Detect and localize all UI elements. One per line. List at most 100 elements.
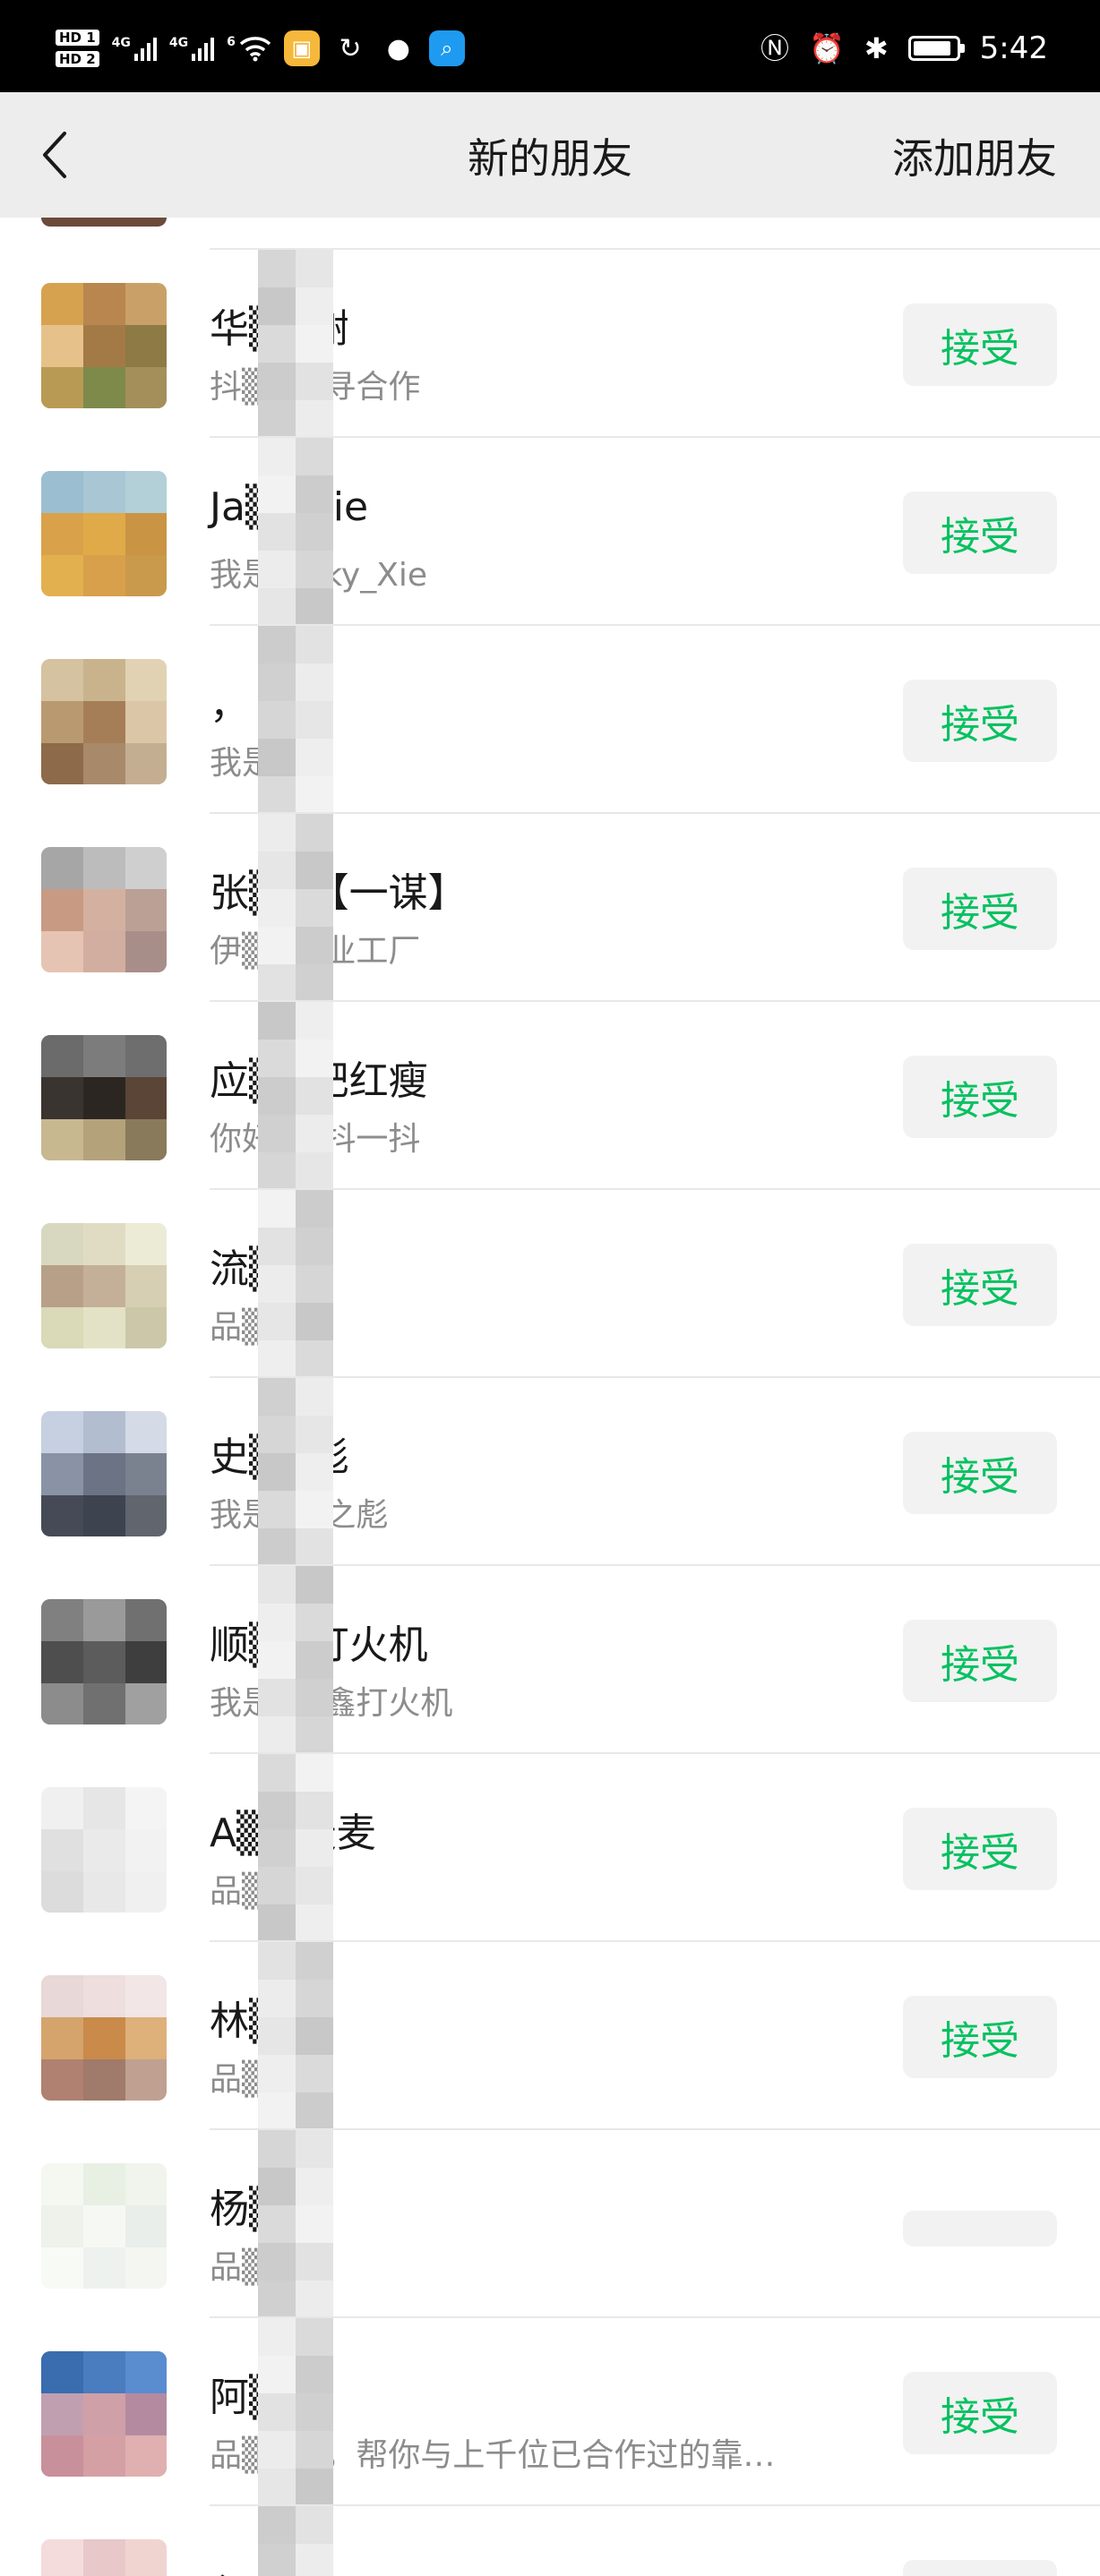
friend-request-row[interactable]: 顺▒▒打火机我是▒▒鑫打火机接受 bbox=[0, 1566, 1100, 1754]
accept-button[interactable]: 接受 bbox=[903, 1432, 1057, 1514]
mosaic-block bbox=[296, 1904, 333, 1942]
pixel-block bbox=[41, 1119, 83, 1160]
mosaic-block bbox=[296, 1829, 333, 1867]
pixel-block bbox=[83, 471, 125, 513]
pixel-block bbox=[125, 2351, 167, 2393]
pixel-block bbox=[41, 1453, 83, 1495]
friend-request-row[interactable]: 史▒▒彪我是▒▒之彪接受 bbox=[0, 1378, 1100, 1566]
accept-button[interactable]: 接受 bbox=[903, 304, 1057, 386]
friend-request-row[interactable]: 张▒▒【一谋】伊▒▒乳业工厂接受 bbox=[0, 814, 1100, 1002]
accept-button[interactable]: 接受 bbox=[903, 1808, 1057, 1890]
mosaic-block bbox=[258, 1416, 296, 1453]
mosaic-block bbox=[296, 1040, 333, 1077]
friend-request-row[interactable]: 林▒▒品▒▒作接受 bbox=[0, 1942, 1100, 2130]
pixel-block bbox=[83, 1077, 125, 1119]
status-left: HD 1 HD 2 4G 4G 6 ▣ ↻ ● ⌕ bbox=[56, 23, 465, 73]
mosaic-block bbox=[296, 551, 333, 588]
pixel-block bbox=[41, 513, 83, 555]
pixel-block bbox=[125, 889, 167, 931]
pixel-block bbox=[41, 2247, 83, 2289]
pixel-block bbox=[83, 2351, 125, 2393]
accept-button[interactable]: 接受 bbox=[903, 492, 1057, 574]
friend-request-row[interactable]: 流▒▒品▒▒作接受 bbox=[0, 1190, 1100, 1378]
pixel-block bbox=[83, 2539, 125, 2576]
mosaic-block bbox=[258, 1904, 296, 1942]
friend-request-row[interactable]: ，我是 接受 bbox=[0, 626, 1100, 814]
pixel-block bbox=[125, 2393, 167, 2435]
friend-request-row[interactable]: 阿▒▒品▒▒作，帮你与上千位已合作过的靠…接受 bbox=[0, 2318, 1100, 2506]
accept-button[interactable]: 接受 bbox=[903, 1056, 1057, 1138]
mosaic-block bbox=[258, 2318, 296, 2356]
friend-request-row[interactable]: 丶▒▒免费抖音上市软件 谢谢接受 bbox=[0, 2506, 1100, 2576]
mosaic-block bbox=[296, 2393, 333, 2431]
network-type-1: 4G bbox=[111, 36, 131, 50]
accept-button[interactable]: 接受 bbox=[903, 2560, 1057, 2576]
friend-request-row[interactable]: A▒▒麦麦品▒▒作接受 bbox=[0, 1754, 1100, 1942]
mosaic-block bbox=[296, 2092, 333, 2130]
privacy-mosaic bbox=[258, 1942, 333, 2130]
signal-1: 4G bbox=[112, 36, 157, 61]
pixel-block bbox=[125, 1265, 167, 1307]
accept-button[interactable]: 接受 bbox=[903, 2372, 1057, 2454]
avatar-pixelation bbox=[41, 1787, 167, 1913]
mosaic-block bbox=[258, 2393, 296, 2431]
privacy-mosaic bbox=[258, 2318, 333, 2506]
mosaic-block bbox=[296, 1077, 333, 1115]
accept-button[interactable]: 接受 bbox=[903, 680, 1057, 762]
mosaic-block bbox=[258, 1265, 296, 1303]
pixel-block bbox=[83, 2059, 125, 2101]
avatar bbox=[41, 471, 167, 596]
search-app-icon: ⌕ bbox=[428, 30, 465, 66]
pixel-block bbox=[125, 1495, 167, 1536]
accept-button[interactable]: 接受 bbox=[903, 1244, 1057, 1326]
battery-fill bbox=[913, 41, 950, 56]
pixel-block bbox=[83, 1829, 125, 1871]
mosaic-block bbox=[258, 1528, 296, 1566]
privacy-mosaic bbox=[258, 2506, 333, 2576]
mosaic-block bbox=[296, 1152, 333, 1190]
friend-request-row[interactable]: 华▒▒谢抖▒▒家寻合作接受 bbox=[0, 250, 1100, 438]
accept-button[interactable]: 接受 bbox=[903, 2211, 1057, 2247]
pixel-block bbox=[83, 1495, 125, 1536]
privacy-mosaic bbox=[258, 2130, 333, 2318]
pixel-block bbox=[125, 1599, 167, 1641]
pixel-block bbox=[83, 2435, 125, 2477]
mosaic-block bbox=[296, 964, 333, 1002]
add-friend-button[interactable]: 添加朋友 bbox=[892, 126, 1057, 185]
pixel-block bbox=[125, 1077, 167, 1119]
mosaic-block bbox=[296, 2205, 333, 2243]
pixel-block bbox=[125, 1871, 167, 1913]
pixel-block bbox=[125, 1683, 167, 1724]
pixel-block bbox=[83, 1119, 125, 1160]
pixel-block bbox=[41, 2351, 83, 2393]
mosaic-block bbox=[258, 964, 296, 1002]
mosaic-block bbox=[258, 2544, 296, 2576]
avatar bbox=[41, 1223, 167, 1348]
pixel-block bbox=[41, 325, 83, 367]
accept-button[interactable]: 接受 bbox=[903, 1620, 1057, 1702]
pixel-block bbox=[41, 889, 83, 931]
wifi-icon bbox=[239, 37, 271, 62]
mosaic-block bbox=[258, 250, 296, 287]
mosaic-block bbox=[258, 1679, 296, 1716]
pixel-block bbox=[83, 659, 125, 701]
avatar bbox=[41, 659, 167, 784]
mosaic-block bbox=[258, 1604, 296, 1641]
pixel-block bbox=[41, 2435, 83, 2477]
mosaic-block bbox=[258, 2431, 296, 2469]
mosaic-block bbox=[296, 1754, 333, 1792]
friend-request-row[interactable]: 应▒▒肥红瘦你好▒▒抖一抖接受 bbox=[0, 1002, 1100, 1190]
mosaic-block bbox=[296, 513, 333, 551]
mosaic-block bbox=[258, 927, 296, 964]
friend-request-row[interactable]: Ja▒▒Xie我是▒▒ky_Xie接受 bbox=[0, 438, 1100, 626]
pixel-block bbox=[83, 2205, 125, 2247]
pixel-block bbox=[41, 1871, 83, 1913]
pixel-block bbox=[83, 1975, 125, 2017]
accept-button[interactable]: 接受 bbox=[903, 1996, 1057, 2078]
pixel-block bbox=[125, 555, 167, 596]
accept-button[interactable]: 接受 bbox=[903, 868, 1057, 950]
mosaic-block bbox=[296, 1716, 333, 1754]
avatar-pixelation bbox=[41, 471, 167, 596]
mosaic-block bbox=[296, 1792, 333, 1829]
friend-request-row[interactable]: 杨▒▒品▒▒作接受 bbox=[0, 2130, 1100, 2318]
